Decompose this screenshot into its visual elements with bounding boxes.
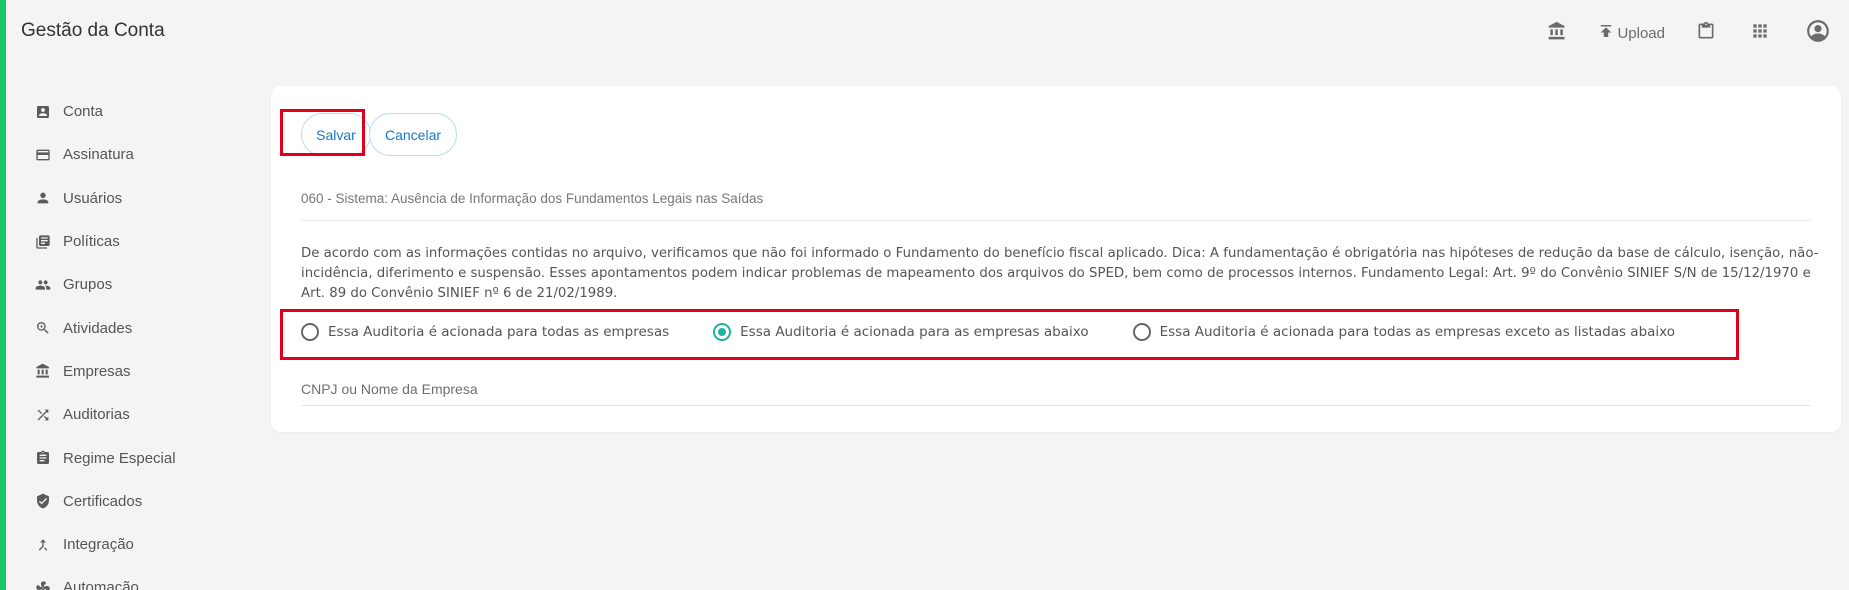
sidebar-item-empresas[interactable]: Empresas	[34, 350, 234, 393]
sidebar-item-atividades[interactable]: Atividades	[34, 306, 234, 349]
zoom-search-icon	[34, 319, 52, 337]
sidebar-item-conta[interactable]: Conta	[34, 90, 234, 133]
bank-icon	[34, 362, 52, 380]
apps-grid-icon[interactable]	[1749, 18, 1771, 44]
sidebar-item-label: Conta	[63, 103, 104, 121]
sidebar-item-assinatura[interactable]: Assinatura	[34, 133, 234, 176]
person-icon	[34, 189, 52, 207]
save-button[interactable]: Salvar	[301, 113, 371, 156]
audit-form-card: Salvar Cancelar 060 - Sistema: Ausência …	[271, 86, 1841, 432]
upload-label: Upload	[1617, 24, 1665, 42]
upload-button[interactable]: Upload	[1597, 18, 1665, 44]
audit-description: De acordo com as informações contidas no…	[301, 246, 1819, 301]
radio-unchecked-icon[interactable]	[301, 323, 319, 341]
company-search-input[interactable]	[301, 376, 1811, 402]
sidebar-item-label: Certificados	[63, 492, 143, 510]
bank-icon[interactable]	[1545, 18, 1569, 44]
radio-option-listed-companies[interactable]: Essa Auditoria é acionada para as empres…	[713, 323, 1089, 341]
radio-option-all-except-listed[interactable]: Essa Auditoria é acionada para todas as …	[1132, 323, 1675, 341]
sidebar-item-label: Políticas	[63, 233, 120, 251]
sidebar-item-label: Assinatura	[63, 146, 134, 164]
sidebar-item-label: Usuários	[63, 189, 123, 207]
sidebar-item-certificados[interactable]: Certificados	[34, 480, 234, 523]
sidebar-item-label: Empresas	[63, 362, 131, 380]
sidebar-item-integracao[interactable]: Integração	[34, 523, 234, 566]
audit-scope-radio-group: Essa Auditoria é acionada para todas as …	[301, 323, 1741, 341]
account-circle-icon[interactable]	[1805, 18, 1831, 44]
sidebar-item-label: Integração	[63, 536, 134, 554]
page-title: Gestão da Conta	[21, 20, 165, 41]
sidebar-item-politicas[interactable]: Políticas	[34, 220, 234, 263]
clipboard-icon[interactable]	[1695, 18, 1717, 44]
library-books-icon	[34, 233, 52, 251]
cancel-button[interactable]: Cancelar	[369, 113, 457, 156]
topbar-actions: Upload	[1545, 18, 1831, 44]
shield-check-icon	[34, 492, 52, 510]
sidebar-item-label: Auditorias	[63, 406, 130, 424]
sidebar-item-automacao[interactable]: Automação	[34, 566, 234, 590]
shuffle-icon	[34, 406, 52, 424]
radio-option-all-companies[interactable]: Essa Auditoria é acionada para todas as …	[301, 323, 669, 341]
sidebar-item-label: Regime Especial	[63, 449, 176, 467]
sidebar-item-label: Atividades	[63, 319, 133, 337]
radio-label: Essa Auditoria é acionada para todas as …	[1159, 324, 1675, 340]
radio-label: Essa Auditoria é acionada para todas as …	[328, 324, 670, 340]
radio-checked-icon[interactable]	[713, 323, 732, 341]
upload-icon	[1601, 25, 1612, 37]
sidebar-item-grupos[interactable]: Grupos	[34, 263, 234, 306]
audit-title: 060 - Sistema: Ausência de Informação do…	[301, 191, 1811, 221]
sidebar-item-auditorias[interactable]: Auditorias	[34, 393, 234, 436]
credit-card-icon	[34, 146, 52, 164]
radio-label: Essa Auditoria é acionada para as empres…	[740, 324, 1089, 340]
sidebar-item-label: Grupos	[63, 276, 113, 294]
fan-icon	[34, 579, 52, 590]
accent-bar	[0, 0, 6, 590]
assignment-icon	[34, 449, 52, 467]
group-icon	[34, 276, 52, 294]
company-search-field	[301, 376, 1811, 406]
sidebar-item-usuarios[interactable]: Usuários	[34, 177, 234, 220]
form-actions: Salvar Cancelar	[301, 113, 457, 156]
sidebar-nav: Conta Assinatura Usuários Políticas Grup…	[34, 90, 234, 590]
sidebar-item-label: Automação	[63, 579, 139, 590]
radio-unchecked-icon[interactable]	[1132, 323, 1151, 341]
merge-icon	[34, 536, 52, 554]
sidebar-item-regime-especial[interactable]: Regime Especial	[34, 436, 234, 479]
account-box-icon	[34, 103, 52, 121]
